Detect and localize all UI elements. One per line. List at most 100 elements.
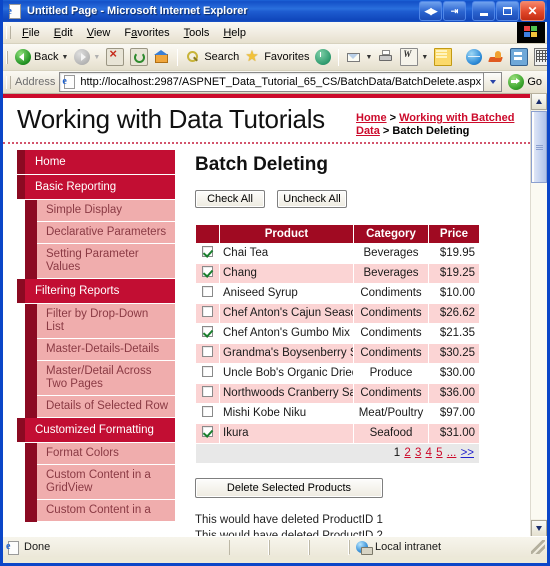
restore-left-button[interactable]: ◀▶ — [419, 1, 442, 21]
sidebar-item-declarative-parameters[interactable]: Declarative Parameters — [25, 222, 175, 244]
row-checkbox-cell[interactable] — [195, 343, 220, 364]
edit-html-button[interactable] — [531, 46, 547, 68]
sidebar-item-filter-by-dropdown-list[interactable]: Filter by Drop-Down List — [25, 304, 175, 339]
notes-button[interactable] — [431, 46, 455, 68]
checkbox-unchecked-icon[interactable] — [202, 386, 213, 397]
checkbox-checked-icon[interactable] — [202, 266, 213, 277]
menu-tools[interactable]: Tools — [177, 25, 217, 41]
favorites-button[interactable]: ★ Favorites — [242, 46, 312, 68]
table-row: Grandma's Boysenberry SpreadCondiments$3… — [195, 343, 480, 364]
back-button[interactable]: Back ▼ — [12, 46, 71, 68]
title-bar: e Untitled Page - Microsoft Internet Exp… — [3, 0, 547, 22]
menu-favorites[interactable]: Favorites — [117, 25, 176, 41]
sidebar-label: Master-Details-Details — [46, 343, 160, 355]
forward-button[interactable]: ▼ — [71, 46, 103, 68]
stop-button[interactable] — [103, 46, 127, 68]
row-checkbox-cell[interactable] — [195, 323, 220, 344]
row-checkbox-cell[interactable] — [195, 283, 220, 304]
mail-button[interactable]: ▼ — [343, 46, 375, 68]
scroll-up-button[interactable] — [531, 94, 547, 110]
checkbox-checked-icon[interactable] — [202, 426, 213, 437]
history-button[interactable] — [312, 46, 334, 68]
breadcrumb-home-link[interactable]: Home — [356, 112, 387, 124]
row-checkbox-cell[interactable] — [195, 303, 220, 324]
pager-page-5[interactable]: 5 — [436, 447, 442, 459]
research-button[interactable] — [507, 46, 531, 68]
home-button[interactable] — [151, 46, 173, 68]
back-label: Back — [34, 51, 59, 63]
table-row: Chai Tea Beverages $19.95 — [195, 243, 480, 264]
checkbox-checked-icon[interactable] — [202, 326, 213, 337]
sidebar-item-filtering-reports[interactable]: Filtering Reports — [17, 279, 175, 304]
product-name-cell: Grandma's Boysenberry Spread — [219, 343, 354, 364]
go-button[interactable]: Go — [502, 74, 547, 90]
pager-page-3[interactable]: 3 — [415, 447, 421, 459]
mail-dropdown-caret-icon[interactable]: ▼ — [365, 54, 372, 61]
checkbox-unchecked-icon[interactable] — [202, 366, 213, 377]
refresh-button[interactable] — [127, 46, 151, 68]
sidebar-item-home[interactable]: Home — [17, 150, 175, 175]
checkbox-unchecked-icon[interactable] — [202, 306, 213, 317]
print-button[interactable] — [375, 46, 397, 68]
minimize-button[interactable] — [472, 1, 495, 21]
sidebar-item-custom-content-in-a[interactable]: Custom Content in a — [25, 500, 175, 522]
edit-word-button[interactable]: ▼ — [397, 46, 431, 68]
back-dropdown-caret-icon[interactable]: ▼ — [61, 54, 68, 61]
sidebar-item-customized-formatting[interactable]: Customized Formatting — [17, 418, 175, 443]
globe-button[interactable] — [463, 46, 485, 68]
row-checkbox-cell[interactable] — [195, 363, 220, 384]
checkbox-unchecked-icon[interactable] — [202, 406, 213, 417]
pager-ellipsis[interactable]: ... — [447, 447, 457, 459]
address-dropdown-button[interactable] — [483, 72, 503, 92]
menu-edit[interactable]: Edit — [47, 25, 80, 41]
status-divider-1 — [229, 539, 269, 555]
sidebar-item-master-details-details[interactable]: Master-Details-Details — [25, 339, 175, 361]
scroll-down-button[interactable] — [531, 520, 547, 536]
sidebar-item-format-colors[interactable]: Format Colors — [25, 443, 175, 465]
page-header: Working with Data Tutorials Home > Worki… — [3, 98, 530, 144]
scrollbar-thumb[interactable] — [531, 111, 547, 183]
checkbox-checked-icon[interactable] — [202, 246, 213, 257]
row-checkbox-cell[interactable] — [195, 423, 220, 444]
maximize-button[interactable] — [496, 1, 519, 21]
address-input[interactable]: e http://localhost:2987/ASPNET_Data_Tuto… — [59, 72, 484, 92]
sidebar-item-setting-parameter-values[interactable]: Setting Parameter Values — [25, 244, 175, 279]
checkbox-unchecked-icon[interactable] — [202, 286, 213, 297]
row-checkbox-cell[interactable] — [195, 243, 220, 264]
scrollbar-track[interactable] — [531, 183, 547, 519]
pager-page-2[interactable]: 2 — [404, 447, 410, 459]
close-button[interactable]: ✕ — [520, 1, 545, 21]
forward-icon — [74, 49, 91, 65]
sidebar-item-master-detail-across-two-pages[interactable]: Master/Detail Across Two Pages — [25, 361, 175, 396]
pager-next-button[interactable]: >> — [461, 447, 474, 459]
delete-selected-products-button[interactable]: Delete Selected Products — [195, 478, 383, 498]
row-checkbox-cell[interactable] — [195, 403, 220, 424]
pager-page-4[interactable]: 4 — [426, 447, 432, 459]
row-checkbox-cell[interactable] — [195, 383, 220, 404]
word-dropdown-caret-icon[interactable]: ▼ — [421, 54, 428, 61]
back-icon — [15, 49, 31, 65]
sidebar-item-custom-content-in-a-gridview[interactable]: Custom Content in a GridView — [25, 465, 175, 500]
check-all-button[interactable]: Check All — [195, 190, 265, 208]
checkbox-unchecked-icon[interactable] — [202, 346, 213, 357]
row-checkbox-cell[interactable] — [195, 263, 220, 284]
toolbar-gripper[interactable] — [6, 50, 8, 64]
sidebar-item-simple-display[interactable]: Simple Display — [25, 200, 175, 222]
uncheck-all-button[interactable]: Uncheck All — [277, 190, 347, 208]
vertical-scrollbar[interactable] — [530, 94, 547, 536]
sidebar-item-basic-reporting[interactable]: Basic Reporting — [17, 175, 175, 200]
tab-list-button[interactable]: ⇥ — [443, 1, 466, 21]
address-gripper[interactable] — [6, 75, 11, 89]
search-button[interactable]: Search — [182, 46, 242, 68]
security-zone-pane[interactable]: Local intranet — [349, 540, 531, 555]
msn-button[interactable] — [485, 46, 507, 68]
menu-file[interactable]: File — [15, 25, 47, 41]
notes-icon — [434, 48, 453, 66]
sidebar-item-details-of-selected-row[interactable]: Details of Selected Row — [25, 396, 175, 418]
menu-help[interactable]: Help — [216, 25, 253, 41]
status-message-pane: e Done — [3, 539, 229, 555]
menu-view[interactable]: View — [80, 25, 118, 41]
menu-gripper[interactable] — [6, 26, 11, 39]
favorites-star-icon: ★ — [245, 48, 259, 65]
resize-grip[interactable] — [531, 540, 545, 554]
